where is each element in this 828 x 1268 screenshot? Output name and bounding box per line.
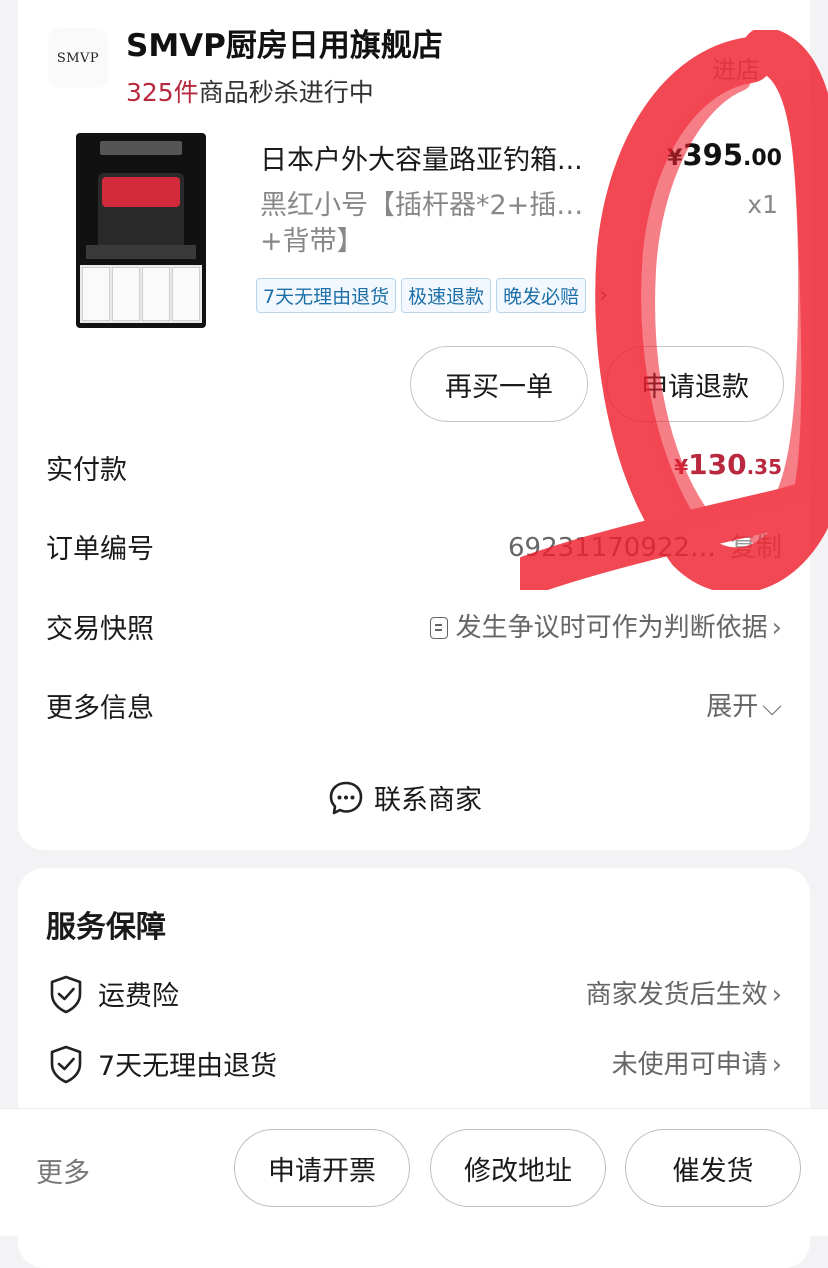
snapshot-value[interactable]: 发生争议时可作为判断依据 › xyxy=(429,607,782,644)
paid-amount-row: 实付款 ¥130.35 xyxy=(46,448,782,488)
modify-address-button[interactable]: 修改地址 xyxy=(430,1129,606,1207)
snapshot-label: 交易快照 xyxy=(46,614,154,645)
request-invoice-button[interactable]: 申请开票 xyxy=(234,1129,410,1207)
rebuy-button[interactable]: 再买一单 xyxy=(410,346,588,422)
product-quantity: x1 xyxy=(747,190,778,219)
contact-seller-button[interactable]: 联系商家 xyxy=(328,778,482,817)
service-item-name: 7天无理由退货 xyxy=(98,1051,278,1082)
service-item-name: 运费险 xyxy=(98,981,179,1012)
refund-button[interactable]: 申请退款 xyxy=(606,346,784,422)
shop-logo[interactable]: SMVP xyxy=(48,28,108,88)
service-title: 服务保障 xyxy=(46,910,166,945)
tag-7day-return: 7天无理由退货 xyxy=(256,278,397,313)
more-info-row[interactable]: 更多信息 展开 ⌵ xyxy=(46,686,782,726)
chevron-right-icon: › xyxy=(771,1050,782,1080)
shield-check-icon xyxy=(50,1045,82,1084)
service-item-shipping-insurance[interactable]: 运费险 商家发货后生效 › xyxy=(46,972,782,1016)
tag-late-compensation: 晚发必赔 xyxy=(496,278,587,313)
product-title[interactable]: 日本户外大容量路亚钓箱... xyxy=(260,138,640,177)
product-image[interactable] xyxy=(76,133,206,328)
product-price: ¥395.00 xyxy=(667,138,782,172)
shield-check-icon xyxy=(50,975,82,1014)
expand-toggle[interactable]: 展开 ⌵ xyxy=(706,686,782,723)
shop-name[interactable]: SMVP厨房日用旗舰店 xyxy=(126,20,443,65)
copy-button[interactable]: 复制 xyxy=(730,533,782,563)
bottom-action-bar: 更多 申请开票 修改地址 催发货 xyxy=(0,1108,828,1236)
document-icon xyxy=(429,617,448,639)
product-sku: 黑红小号【插杆器*2+插…+背带】 xyxy=(260,190,584,257)
enter-shop-link[interactable]: 进店 xyxy=(712,50,760,85)
service-item-status: 商家发货后生效 › xyxy=(585,980,782,1010)
more-info-label: 更多信息 xyxy=(46,693,154,724)
flash-sale-text[interactable]: 325件商品秒杀进行中 xyxy=(126,73,374,109)
flash-sale-count: 325件 xyxy=(126,78,199,107)
chevron-right-icon[interactable]: › xyxy=(599,283,608,308)
urge-shipment-button[interactable]: 催发货 xyxy=(625,1129,801,1207)
chevron-down-icon: ⌵ xyxy=(762,692,782,722)
paid-amount: ¥130.35 xyxy=(674,448,782,481)
service-tags[interactable]: 7天无理由退货 极速退款 晚发必赔 › xyxy=(256,278,608,313)
service-item-7day-return[interactable]: 7天无理由退货 未使用可申请 › xyxy=(46,1042,782,1086)
order-number-value: 69231170922… 复制 xyxy=(508,533,782,563)
chevron-right-icon: › xyxy=(771,980,782,1010)
tag-fast-refund: 极速退款 xyxy=(401,278,492,313)
service-item-status: 未使用可申请 › xyxy=(611,1050,782,1080)
chevron-right-icon: › xyxy=(771,613,782,643)
paid-label: 实付款 xyxy=(46,455,127,486)
order-number-row: 订单编号 69231170922… 复制 xyxy=(46,527,782,567)
order-number-label: 订单编号 xyxy=(46,534,154,565)
order-card: SMVP SMVP厨房日用旗舰店 325件商品秒杀进行中 进店 日本户外大容量路… xyxy=(18,0,810,850)
chat-bubble-icon xyxy=(329,781,363,814)
more-link[interactable]: 更多 xyxy=(36,1151,90,1190)
flash-sale-label: 商品秒杀进行中 xyxy=(198,78,374,107)
shop-logo-text: SMVP xyxy=(56,50,100,66)
contact-seller-label: 联系商家 xyxy=(374,785,482,816)
snapshot-row[interactable]: 交易快照 发生争议时可作为判断依据 › xyxy=(46,607,782,647)
